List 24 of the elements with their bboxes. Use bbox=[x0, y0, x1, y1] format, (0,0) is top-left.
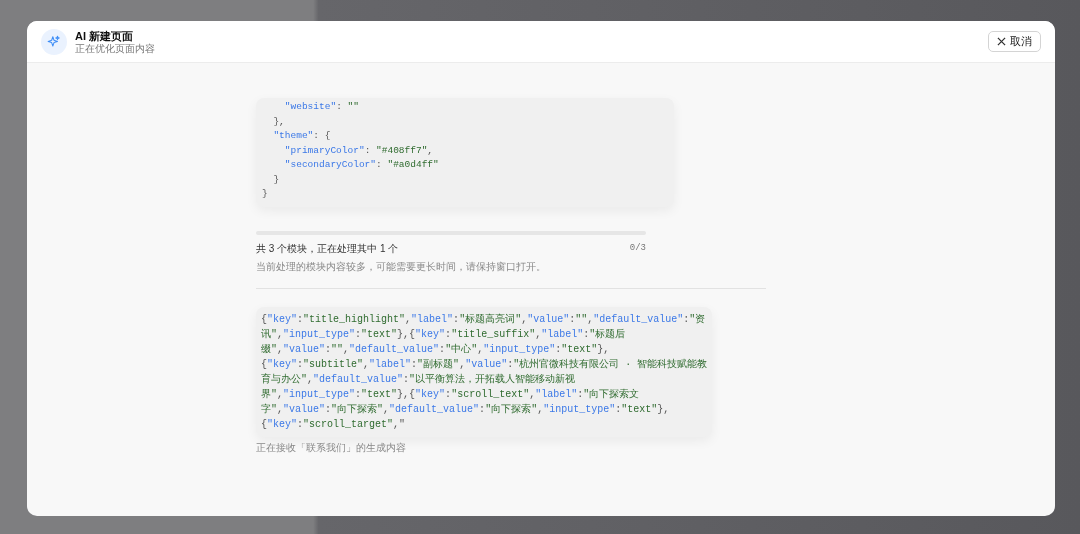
code-line: {"key":"subtitle","label":"副标题","value":"杭州官微科技有限公司 · 智能科技赋能教 bbox=[261, 357, 708, 372]
status-text: 正在接收「联系我们」的生成内容 bbox=[256, 441, 407, 455]
code-line: 缀","value":"","default_value":"中心","input_type":"text"}, bbox=[261, 342, 610, 357]
code-line: } bbox=[272, 172, 280, 187]
code-line: "secondaryColor": "#a0d4ff" bbox=[283, 158, 439, 172]
code-line: 界","input_type":"text"},{"key":"scroll_text","label":"向下探索文 bbox=[261, 388, 640, 402]
code-line: 育与办公","default_value":"以平衡算法，开拓载人智能移动新视 bbox=[261, 372, 576, 387]
code-line: "website": "" bbox=[283, 100, 359, 114]
code-line: 字","value":"向下探索","default_value":"向下探索","input_type":"text"}, bbox=[261, 402, 670, 417]
cancel-button[interactable]: 取消 bbox=[988, 31, 1041, 52]
sparkle-icon bbox=[41, 28, 67, 55]
code-line: {"key":"title_highlight","label":"标题高亮词","value":"","default_value":"资 bbox=[261, 312, 706, 327]
progress-count: 0/3 bbox=[629, 241, 646, 255]
dialog-title: AI 新建页面 bbox=[75, 28, 134, 43]
code-line: {"key":"scroll_target"," bbox=[261, 418, 406, 432]
progress-summary: 共 3 个模块，正在处理其中 1 个 bbox=[256, 242, 399, 256]
code-line: "primaryColor": "#408ff7", bbox=[283, 143, 434, 158]
code-line: 讯","input_type":"text"},{"key":"title_suffix","label":"标题后 bbox=[261, 328, 626, 342]
dialog-subtitle: 正在优化页面内容 bbox=[75, 42, 155, 55]
code-line: }, bbox=[272, 114, 285, 129]
code-line: } bbox=[262, 187, 268, 201]
code-line: "theme": { bbox=[272, 129, 331, 143]
progress-note: 当前处理的模块内容较多，可能需要更长时间，请保持窗口打开。 bbox=[256, 260, 547, 274]
close-icon bbox=[997, 37, 1006, 46]
